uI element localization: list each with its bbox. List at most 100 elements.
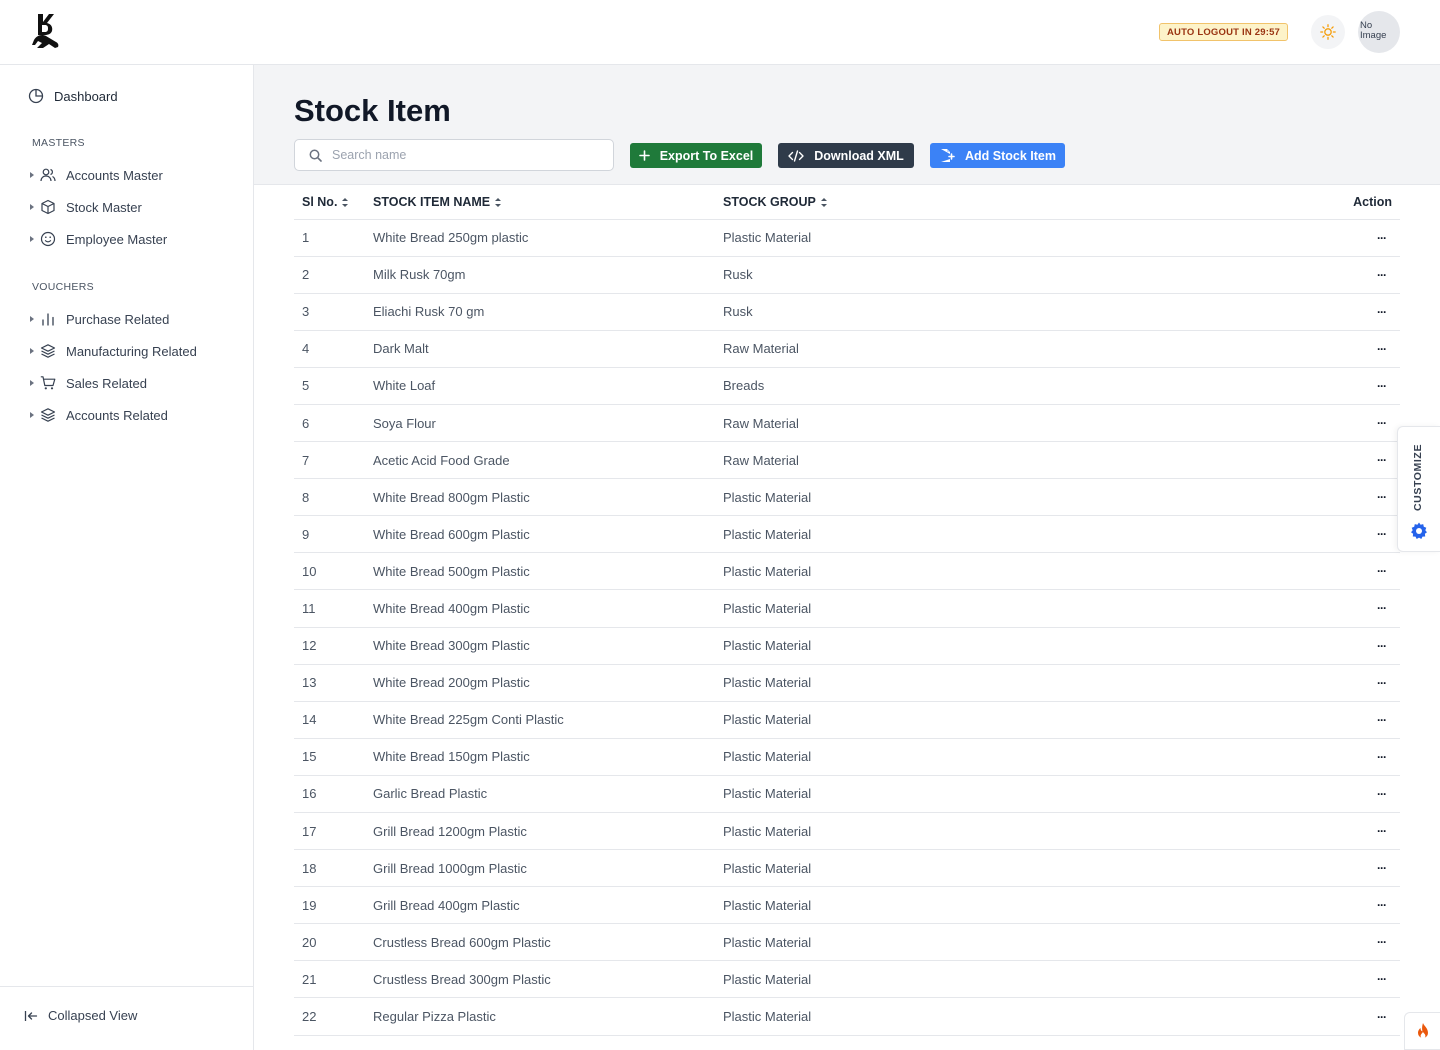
row-action-menu-button[interactable]: ···: [1280, 589, 1400, 628]
row-action-menu-button[interactable]: ···: [1280, 627, 1400, 665]
cell-stock-group: Raw Material: [716, 404, 1280, 443]
column-header-action: Action: [1280, 185, 1400, 220]
sidebar-item-manufacturing-related[interactable]: Manufacturing Related: [30, 341, 197, 361]
brand-logo[interactable]: [28, 12, 62, 50]
stock-item-table: Sl No. STOCK ITEM NAME STOCK GROUP Actio…: [294, 185, 1400, 1036]
table-row[interactable]: 14 White Bread 225gm Conti Plastic Plastic…: [294, 701, 1400, 739]
table-row[interactable]: 5 White Loaf Breads ···: [294, 367, 1400, 405]
table-row[interactable]: 7 Acetic Acid Food Grade Raw Material ···: [294, 441, 1400, 480]
page-title: Stock Item: [294, 93, 451, 128]
row-action-menu-button[interactable]: ···: [1280, 886, 1400, 925]
sidebar-divider: [0, 986, 254, 987]
row-action-menu-button[interactable]: ···: [1280, 441, 1400, 480]
table-row[interactable]: 13 White Bread 200gm Plastic Plastic Mater…: [294, 664, 1400, 702]
cell-stock-group: Rusk: [716, 293, 1280, 331]
table-row[interactable]: 16 Garlic Bread Plastic Plastic Material ··…: [294, 775, 1400, 814]
row-action-menu-button[interactable]: ···: [1280, 812, 1400, 851]
collapse-view-label: Collapsed View: [48, 1008, 138, 1023]
table-row[interactable]: 10 White Bread 500gm Plastic Plastic Mater…: [294, 552, 1400, 591]
cell-sl-no: 6: [294, 404, 366, 443]
cell-sl-no: 11: [294, 589, 366, 628]
sidebar-item-stock-master[interactable]: Stock Master: [30, 197, 142, 217]
table-row[interactable]: 19 Grill Bread 400gm Plastic Plastic Mater…: [294, 886, 1400, 925]
table-row[interactable]: 3 Eliachi Rusk 70 gm Rusk ···: [294, 293, 1400, 331]
cell-stock-group: Plastic Material: [716, 923, 1280, 962]
caret-right-icon: [30, 236, 34, 242]
table-row[interactable]: 6 Soya Flour Raw Material ···: [294, 404, 1400, 443]
row-action-menu-button[interactable]: ···: [1280, 404, 1400, 443]
cell-sl-no: 18: [294, 849, 366, 888]
row-action-menu-button[interactable]: ···: [1280, 478, 1400, 517]
fire-button[interactable]: [1404, 1012, 1440, 1050]
cell-stock-item-name: Crustless Bread 300gm Plastic: [366, 960, 716, 999]
sidebar-item-sales-related[interactable]: Sales Related: [30, 373, 147, 393]
row-action-menu-button[interactable]: ···: [1280, 664, 1400, 702]
sidebar-item-label: Dashboard: [54, 88, 118, 104]
table-row[interactable]: 22 Regular Pizza Plastic Plastic Material ·…: [294, 997, 1400, 1036]
search-box[interactable]: [294, 139, 614, 171]
row-action-menu-button[interactable]: ···: [1280, 701, 1400, 739]
row-action-menu-button[interactable]: ···: [1280, 330, 1400, 368]
customize-panel-tab[interactable]: CUSTOMIZE: [1397, 426, 1440, 552]
row-action-menu-button[interactable]: ···: [1280, 515, 1400, 554]
row-action-menu-button[interactable]: ···: [1280, 775, 1400, 814]
caret-right-icon: [30, 204, 34, 210]
export-excel-button[interactable]: Export To Excel: [630, 143, 762, 168]
row-action-menu-button[interactable]: ···: [1280, 219, 1400, 257]
column-header-stock-item-name[interactable]: STOCK ITEM NAME: [366, 185, 716, 220]
table-row[interactable]: 18 Grill Bread 1000gm Plastic Plastic Mate…: [294, 849, 1400, 888]
table-row[interactable]: 2 Milk Rusk 70gm Rusk ···: [294, 256, 1400, 294]
table-row[interactable]: 20 Crustless Bread 600gm Plastic Plastic M…: [294, 923, 1400, 962]
table-row[interactable]: 15 White Bread 150gm Plastic Plastic Mater…: [294, 738, 1400, 776]
download-xml-button[interactable]: Download XML: [778, 143, 914, 168]
column-header-stock-group[interactable]: STOCK GROUP: [716, 185, 1280, 220]
row-action-menu-button[interactable]: ···: [1280, 849, 1400, 888]
table-row[interactable]: 21 Crustless Bread 300gm Plastic Plastic M…: [294, 960, 1400, 999]
cell-stock-item-name: White Bread 250gm plastic: [366, 219, 716, 257]
row-action-menu-button[interactable]: ···: [1280, 256, 1400, 294]
cell-stock-group: Plastic Material: [716, 701, 1280, 739]
user-avatar[interactable]: No Image: [1358, 11, 1400, 53]
top-bar: AUTO LOGOUT IN 29:57 No Image: [0, 0, 1440, 65]
row-action-menu-button[interactable]: ···: [1280, 367, 1400, 405]
row-action-menu-button[interactable]: ···: [1280, 293, 1400, 331]
code-icon: [788, 149, 804, 162]
row-action-menu-button[interactable]: ···: [1280, 552, 1400, 591]
cell-stock-group: Plastic Material: [716, 627, 1280, 665]
collapse-view-button[interactable]: Collapsed View: [24, 1008, 137, 1023]
sidebar-item-employee-master[interactable]: Employee Master: [30, 229, 167, 249]
sidebar-item-accounts-master[interactable]: Accounts Master: [30, 165, 163, 185]
sort-icon[interactable]: [495, 197, 502, 207]
sort-icon[interactable]: [820, 197, 827, 207]
row-action-menu-button[interactable]: ···: [1280, 738, 1400, 776]
sort-icon[interactable]: [342, 197, 349, 207]
row-action-menu-button[interactable]: ···: [1280, 960, 1400, 999]
table-row[interactable]: 8 White Bread 800gm Plastic Plastic Materi…: [294, 478, 1400, 517]
sidebar-item-accounts-related[interactable]: Accounts Related: [30, 405, 168, 425]
table-row[interactable]: 17 Grill Bread 1200gm Plastic Plastic Mate…: [294, 812, 1400, 851]
cell-sl-no: 1: [294, 219, 366, 257]
cell-sl-no: 8: [294, 478, 366, 517]
caret-right-icon: [30, 380, 34, 386]
row-action-menu-button[interactable]: ···: [1280, 923, 1400, 962]
cell-stock-item-name: Grill Bread 1200gm Plastic: [366, 812, 716, 851]
sidebar-item-dashboard[interactable]: Dashboard: [28, 87, 118, 105]
cell-sl-no: 16: [294, 775, 366, 814]
add-stock-item-button[interactable]: Add Stock Item: [930, 143, 1065, 168]
cell-stock-item-name: White Bread 200gm Plastic: [366, 664, 716, 702]
table-row[interactable]: 1 White Bread 250gm plastic Plastic Materi…: [294, 219, 1400, 257]
cell-stock-item-name: Garlic Bread Plastic: [366, 775, 716, 814]
sidebar-item-purchase-related[interactable]: Purchase Related: [30, 309, 169, 329]
cell-stock-group: Plastic Material: [716, 738, 1280, 776]
cell-sl-no: 19: [294, 886, 366, 925]
search-input[interactable]: [332, 148, 582, 162]
row-action-menu-button[interactable]: ···: [1280, 997, 1400, 1036]
layers-icon: [40, 408, 56, 422]
table-row[interactable]: 9 White Bread 600gm Plastic Plastic Materi…: [294, 515, 1400, 554]
column-header-sl-no[interactable]: Sl No.: [294, 185, 366, 220]
table-row[interactable]: 4 Dark Malt Raw Material ···: [294, 330, 1400, 368]
table-row[interactable]: 11 White Bread 400gm Plastic Plastic Mater…: [294, 589, 1400, 628]
cell-stock-item-name: White Bread 600gm Plastic: [366, 515, 716, 554]
table-row[interactable]: 12 White Bread 300gm Plastic Plastic Mater…: [294, 627, 1400, 665]
theme-toggle-button[interactable]: [1311, 15, 1345, 49]
